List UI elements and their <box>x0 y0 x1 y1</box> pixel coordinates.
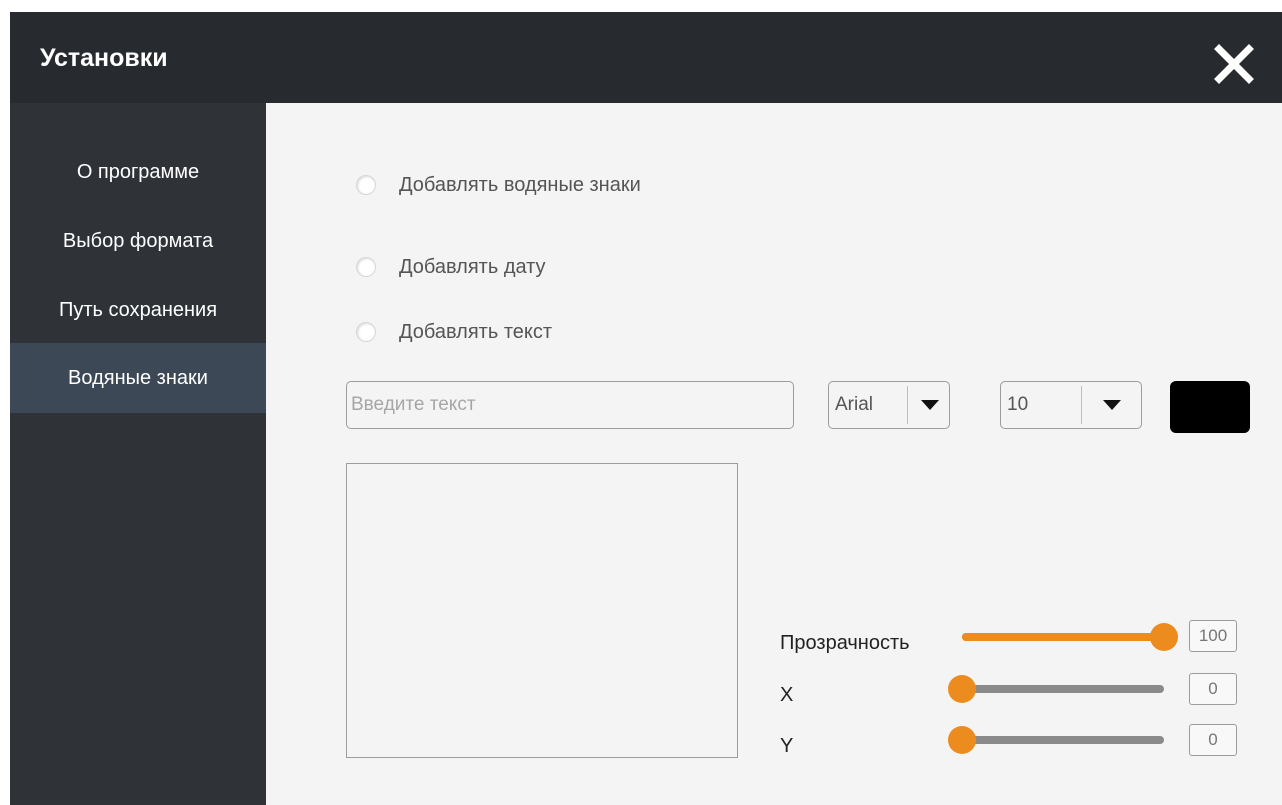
sidebar-item-about[interactable]: О программе <box>10 137 266 207</box>
text-color-picker[interactable] <box>1170 381 1250 433</box>
x-value[interactable]: 0 <box>1189 673 1237 705</box>
y-slider-thumb[interactable] <box>948 726 976 754</box>
y-value[interactable]: 0 <box>1189 724 1237 756</box>
font-select-divider <box>907 386 908 424</box>
sidebar-item-save-path[interactable]: Путь сохранения <box>10 275 266 345</box>
settings-sidebar: О программе Выбор формата Путь сохранени… <box>10 103 266 805</box>
watermarks-panel: Добавлять водяные знаки Добавлять дату Д… <box>266 103 1282 805</box>
caret-down-icon <box>1103 400 1121 410</box>
add-date-radio[interactable] <box>356 257 376 277</box>
add-date-option[interactable]: Добавлять дату <box>356 252 546 282</box>
opacity-value[interactable]: 100 <box>1189 620 1237 652</box>
add-date-label: Добавлять дату <box>399 255 546 278</box>
caret-down-icon <box>921 400 939 410</box>
x-label: X <box>780 684 794 706</box>
watermark-text-input[interactable] <box>346 381 794 429</box>
opacity-slider-fill <box>962 633 1164 641</box>
title-bar: Установки <box>10 12 1282 103</box>
sidebar-item-format[interactable]: Выбор формата <box>10 206 266 276</box>
font-size-divider <box>1081 386 1082 424</box>
opacity-label: Прозрачность <box>780 632 910 654</box>
opacity-slider[interactable] <box>962 623 1178 651</box>
font-select-value: Arial <box>835 394 874 415</box>
watermark-preview <box>346 463 738 758</box>
font-select[interactable]: Arial <box>828 381 950 429</box>
close-button[interactable] <box>1210 40 1258 88</box>
sidebar-item-watermarks[interactable]: Водяные знаки <box>10 343 266 413</box>
opacity-slider-thumb[interactable] <box>1150 623 1178 651</box>
window-title: Установки <box>40 44 168 72</box>
y-slider[interactable] <box>948 726 1164 754</box>
add-text-option[interactable]: Добавлять текст <box>356 317 552 347</box>
add-text-radio[interactable] <box>356 322 376 342</box>
x-slider[interactable] <box>948 675 1164 703</box>
close-icon <box>1214 44 1254 84</box>
add-text-label: Добавлять текст <box>399 320 553 343</box>
font-size-value: 10 <box>1007 394 1029 415</box>
add-watermarks-radio[interactable] <box>356 175 376 195</box>
settings-window: Установки О программе Выбор формата Путь… <box>10 12 1282 805</box>
add-watermarks-label: Добавлять водяные знаки <box>399 173 641 196</box>
y-label: Y <box>780 735 794 757</box>
add-watermarks-option[interactable]: Добавлять водяные знаки <box>356 170 641 200</box>
x-slider-thumb[interactable] <box>948 675 976 703</box>
font-size-select[interactable]: 10 <box>1000 381 1142 429</box>
